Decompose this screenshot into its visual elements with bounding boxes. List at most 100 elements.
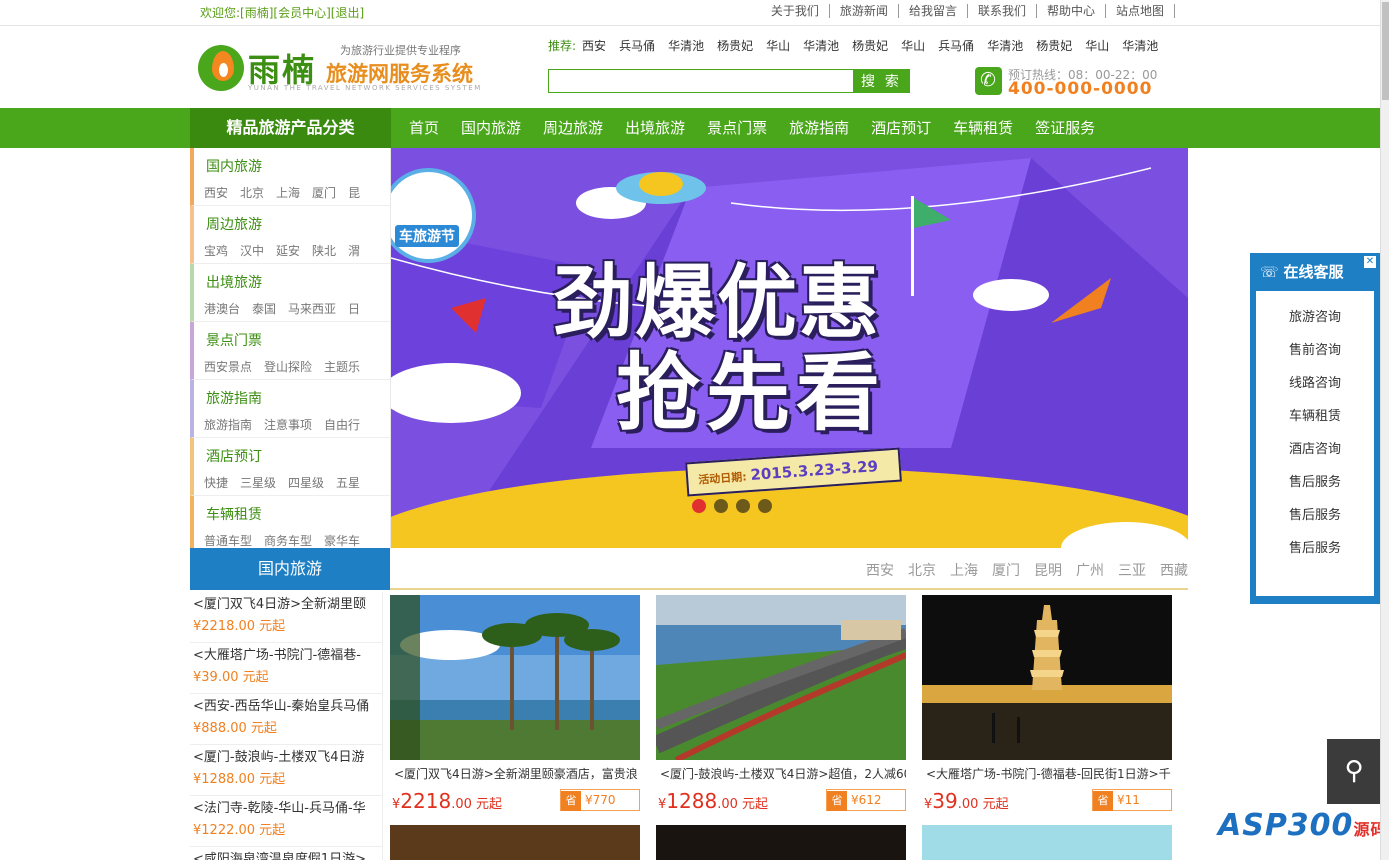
category-sub-link[interactable]: 北京 bbox=[240, 184, 264, 201]
category-car-rental[interactable]: 车辆租赁 普通车型 商务车型 豪华车 bbox=[190, 496, 390, 548]
tour-title[interactable]: <西安-西岳华山-秦始皇兵马俑 bbox=[193, 696, 379, 718]
hot-link[interactable]: 华山 bbox=[901, 37, 925, 54]
city-link[interactable]: 西安 bbox=[866, 560, 894, 580]
service-item[interactable]: 售后服务 bbox=[1256, 466, 1374, 499]
service-item[interactable]: 旅游咨询 bbox=[1256, 301, 1374, 334]
nav-item-domestic[interactable]: 国内旅游 bbox=[452, 108, 530, 148]
category-tickets[interactable]: 景点门票 西安景点 登山探险 主题乐 bbox=[190, 322, 390, 380]
category-sub-link[interactable]: 港澳台 bbox=[204, 300, 240, 317]
tour-photo-next[interactable] bbox=[390, 825, 640, 860]
list-item[interactable]: <西安-西岳华山-秦始皇兵马俑 ¥888.00 元起 bbox=[190, 694, 382, 745]
tour-caption[interactable]: <厦门-鼓浪屿-土楼双飞4日游>超值，2人减600 bbox=[656, 765, 906, 782]
city-link[interactable]: 西藏 bbox=[1160, 560, 1188, 580]
top-link-news[interactable]: 旅游新闻 bbox=[830, 4, 899, 18]
hot-link[interactable]: 杨贵妃 bbox=[717, 37, 753, 54]
category-title[interactable]: 周边旅游 bbox=[206, 214, 262, 234]
top-link-contact[interactable]: 联系我们 bbox=[968, 4, 1037, 18]
nav-item-guide[interactable]: 旅游指南 bbox=[780, 108, 858, 148]
category-sub-link[interactable]: 三星级 bbox=[240, 474, 276, 491]
category-hotel[interactable]: 酒店预订 快捷 三星级 四星级 五星 bbox=[190, 438, 390, 496]
list-item[interactable]: <厦门双飞4日游>全新湖里颐 ¥2218.00 元起 bbox=[190, 592, 382, 643]
top-link-message[interactable]: 给我留言 bbox=[899, 4, 968, 18]
hot-link[interactable]: 西安 bbox=[582, 37, 606, 54]
scrollbar-thumb[interactable] bbox=[1382, 2, 1389, 100]
list-item[interactable]: <大雁塔广场-书院门-德福巷- ¥39.00 元起 bbox=[190, 643, 382, 694]
category-sub-link[interactable]: 宝鸡 bbox=[204, 242, 228, 259]
hot-link[interactable]: 华山 bbox=[1085, 37, 1109, 54]
tour-title[interactable]: <厦门-鼓浪屿-土楼双飞4日游 bbox=[193, 747, 379, 769]
category-nearby[interactable]: 周边旅游 宝鸡 汉中 延安 陕北 渭 bbox=[190, 206, 390, 264]
category-sub-link[interactable]: 商务车型 bbox=[264, 532, 312, 548]
tour-card[interactable]: <厦门-鼓浪屿-土楼双飞4日游>超值，2人减600 ¥1288.00 元起 省 ¥… bbox=[656, 595, 906, 813]
list-item[interactable]: <厦门-鼓浪屿-土楼双飞4日游 ¥1288.00 元起 bbox=[190, 745, 382, 796]
nav-item-tickets[interactable]: 景点门票 bbox=[698, 108, 776, 148]
category-sub-link[interactable]: 陕北 bbox=[312, 242, 336, 259]
tour-card[interactable]: <大雁塔广场-书院门-德福巷-回民街1日游>千 ¥39.00 元起 省 ¥11 bbox=[922, 595, 1172, 813]
hot-link[interactable]: 华清池 bbox=[803, 37, 839, 54]
hot-link[interactable]: 华清池 bbox=[1122, 37, 1158, 54]
category-title[interactable]: 国内旅游 bbox=[206, 156, 262, 176]
category-sub-link[interactable]: 厦门 bbox=[312, 184, 336, 201]
category-sub-link[interactable]: 汉中 bbox=[240, 242, 264, 259]
carousel-dot[interactable] bbox=[714, 499, 728, 513]
tour-title[interactable]: <厦门双飞4日游>全新湖里颐 bbox=[193, 594, 379, 616]
category-title[interactable]: 景点门票 bbox=[206, 330, 262, 350]
city-link[interactable]: 昆明 bbox=[1034, 560, 1062, 580]
top-link-sitemap[interactable]: 站点地图 bbox=[1106, 4, 1175, 18]
domestic-tab[interactable]: 国内旅游 bbox=[190, 548, 390, 590]
category-title[interactable]: 酒店预订 bbox=[206, 446, 262, 466]
nav-item-hotel[interactable]: 酒店预订 bbox=[862, 108, 940, 148]
category-sub-link[interactable]: 渭 bbox=[348, 242, 360, 259]
service-item[interactable]: 售后服务 bbox=[1256, 499, 1374, 532]
hot-link[interactable]: 兵马俑 bbox=[938, 37, 974, 54]
category-sub-link[interactable]: 泰国 bbox=[252, 300, 276, 317]
category-sub-link[interactable]: 西安景点 bbox=[204, 358, 252, 375]
hot-link[interactable]: 兵马俑 bbox=[619, 37, 655, 54]
tour-title[interactable]: <咸阳海泉湾温泉度假1日游> bbox=[193, 849, 379, 860]
carousel-dot[interactable] bbox=[736, 499, 750, 513]
category-sub-link[interactable]: 旅游指南 bbox=[204, 416, 252, 433]
tour-title[interactable]: <大雁塔广场-书院门-德福巷- bbox=[193, 645, 379, 667]
category-guide[interactable]: 旅游指南 旅游指南 注意事项 自由行 bbox=[190, 380, 390, 438]
city-link[interactable]: 三亚 bbox=[1118, 560, 1146, 580]
nav-item-nearby[interactable]: 周边旅游 bbox=[534, 108, 612, 148]
category-sub-link[interactable]: 昆 bbox=[348, 184, 360, 201]
tour-caption[interactable]: <大雁塔广场-书院门-德福巷-回民街1日游>千 bbox=[922, 765, 1172, 782]
category-sub-link[interactable]: 主题乐 bbox=[324, 358, 360, 375]
category-sub-link[interactable]: 自由行 bbox=[324, 416, 360, 433]
city-link[interactable]: 北京 bbox=[908, 560, 936, 580]
service-item[interactable]: 车辆租赁 bbox=[1256, 400, 1374, 433]
nav-item-car-rental[interactable]: 车辆租赁 bbox=[944, 108, 1022, 148]
carousel-dot[interactable] bbox=[758, 499, 772, 513]
category-sub-link[interactable]: 马来西亚 bbox=[288, 300, 336, 317]
hot-link[interactable]: 杨贵妃 bbox=[1036, 37, 1072, 54]
welcome-text[interactable]: 欢迎您:[雨楠][会员中心][退出] bbox=[200, 4, 364, 21]
scrollbar[interactable] bbox=[1380, 0, 1389, 860]
category-sub-link[interactable]: 上海 bbox=[276, 184, 300, 201]
nav-item-visa[interactable]: 签证服务 bbox=[1026, 108, 1104, 148]
hot-link[interactable]: 华山 bbox=[766, 37, 790, 54]
category-sub-link[interactable]: 登山探险 bbox=[264, 358, 312, 375]
tour-photo-beach[interactable] bbox=[390, 595, 640, 760]
service-item[interactable]: 酒店咨询 bbox=[1256, 433, 1374, 466]
service-item[interactable]: 售前咨询 bbox=[1256, 334, 1374, 367]
category-sub-link[interactable]: 延安 bbox=[276, 242, 300, 259]
category-sub-link[interactable]: 快捷 bbox=[204, 474, 228, 491]
city-link[interactable]: 广州 bbox=[1076, 560, 1104, 580]
category-outbound[interactable]: 出境旅游 港澳台 泰国 马来西亚 日 bbox=[190, 264, 390, 322]
category-sub-link[interactable]: 豪华车 bbox=[324, 532, 360, 548]
carousel-dot[interactable] bbox=[692, 499, 706, 513]
top-link-help[interactable]: 帮助中心 bbox=[1037, 4, 1106, 18]
category-sub-link[interactable]: 普通车型 bbox=[204, 532, 252, 548]
category-title[interactable]: 出境旅游 bbox=[206, 272, 262, 292]
category-title[interactable]: 车辆租赁 bbox=[206, 504, 262, 524]
close-icon[interactable]: ✕ bbox=[1364, 256, 1376, 268]
category-sub-link[interactable]: 五星 bbox=[336, 474, 360, 491]
tour-photo-next[interactable] bbox=[656, 825, 906, 860]
tour-caption[interactable]: <厦门双飞4日游>全新湖里颐豪酒店，富贵浪 bbox=[390, 765, 640, 782]
search-button[interactable]: 搜 索 bbox=[853, 69, 910, 93]
list-item[interactable]: <法门寺-乾陵-华山-兵马俑-华 ¥1222.00 元起 bbox=[190, 796, 382, 847]
tour-photo-road[interactable] bbox=[656, 595, 906, 760]
tour-photo-pagoda[interactable] bbox=[922, 595, 1172, 760]
tour-card[interactable]: <厦门双飞4日游>全新湖里颐豪酒店，富贵浪 ¥2218.00 元起 省 ¥770 bbox=[390, 595, 640, 813]
